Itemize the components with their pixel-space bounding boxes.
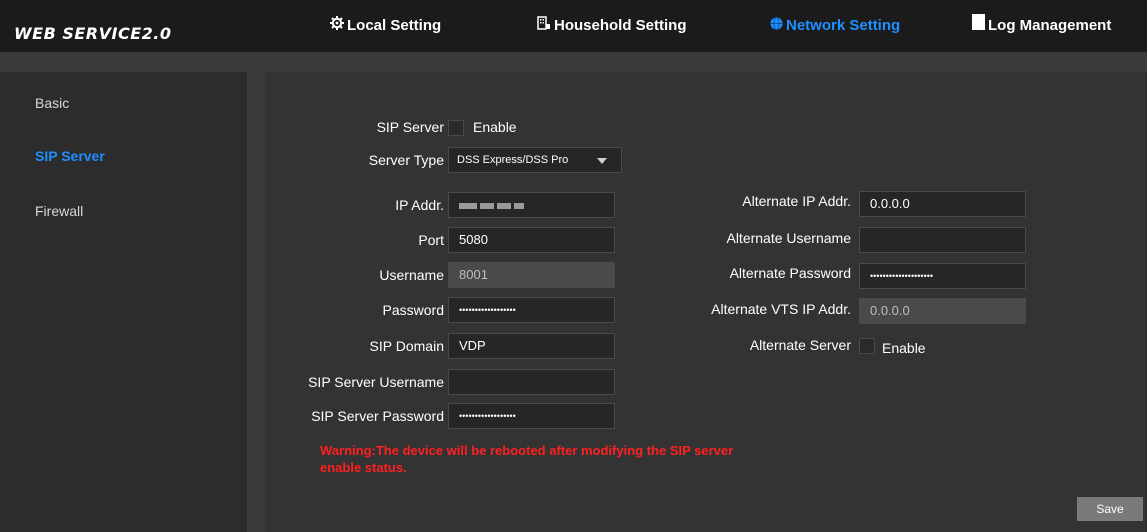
sip-server-username-input[interactable] bbox=[448, 369, 615, 395]
reboot-warning-text: Warning:The device will be rebooted afte… bbox=[320, 443, 734, 475]
password-label: Password bbox=[382, 302, 444, 318]
sidebar-item-sip-server[interactable]: SIP Server bbox=[35, 148, 105, 164]
redacted-ip-value bbox=[459, 197, 527, 212]
alternate-server-label: Alternate Server bbox=[749, 337, 851, 353]
document-icon bbox=[972, 12, 985, 40]
globe-icon bbox=[770, 12, 783, 40]
nav-household-setting[interactable]: Household Setting bbox=[537, 12, 687, 40]
sip-domain-input[interactable]: VDP bbox=[448, 333, 615, 359]
nav-log-management[interactable]: Log Management bbox=[972, 12, 1111, 40]
nav-local-setting[interactable]: Local Setting bbox=[330, 12, 441, 40]
server-type-value: DSS Express/DSS Pro bbox=[457, 154, 569, 166]
server-type-select[interactable]: DSS Express/DSS Pro bbox=[448, 147, 622, 173]
save-button[interactable]: Save bbox=[1077, 497, 1143, 521]
alternate-username-label: Alternate Username bbox=[726, 230, 851, 246]
port-input[interactable]: 5080 bbox=[448, 227, 615, 253]
sip-server-enable-label: Enable bbox=[473, 119, 517, 135]
alternate-vts-ip-input: 0.0.0.0 bbox=[859, 298, 1026, 324]
nav-log-management-label: Log Management bbox=[988, 17, 1112, 34]
alternate-vts-ip-label: Alternate VTS IP Addr. bbox=[711, 301, 851, 317]
gear-icon bbox=[330, 12, 344, 40]
sip-server-enable-checkbox[interactable] bbox=[448, 120, 464, 136]
port-label: Port bbox=[418, 232, 444, 248]
alternate-password-input[interactable]: •••••••••••••••••••• bbox=[859, 263, 1026, 289]
sidebar-item-basic[interactable]: Basic bbox=[35, 95, 69, 111]
alternate-server-enable-checkbox[interactable] bbox=[859, 338, 875, 354]
panel-gutter bbox=[247, 72, 265, 532]
sip-server-label: SIP Server bbox=[376, 119, 444, 135]
sub-header-strip bbox=[0, 52, 1147, 72]
ip-addr-label: IP Addr. bbox=[395, 197, 444, 213]
alternate-server-enable-label: Enable bbox=[882, 340, 926, 356]
sip-server-password-label: SIP Server Password bbox=[311, 408, 444, 424]
ip-addr-input[interactable] bbox=[448, 192, 615, 218]
building-icon bbox=[537, 12, 551, 40]
alternate-password-label: Alternate Password bbox=[729, 265, 851, 281]
username-input: 8001 bbox=[448, 262, 615, 288]
alternate-ip-label: Alternate IP Addr. bbox=[742, 193, 851, 209]
chevron-down-icon bbox=[597, 158, 607, 164]
top-navigation-bar: WEB SERVICE2.0 Local Setting Household S… bbox=[0, 0, 1147, 52]
server-type-label: Server Type bbox=[368, 152, 444, 168]
password-input[interactable]: •••••••••••••••••• bbox=[448, 297, 615, 323]
sip-server-password-input[interactable]: •••••••••••••••••• bbox=[448, 403, 615, 429]
nav-household-setting-label: Household Setting bbox=[554, 17, 687, 34]
username-label: Username bbox=[379, 267, 444, 283]
nav-network-setting[interactable]: Network Setting bbox=[770, 12, 900, 40]
nav-network-setting-label: Network Setting bbox=[786, 17, 901, 34]
alternate-username-input[interactable] bbox=[859, 227, 1026, 253]
alternate-ip-input[interactable]: 0.0.0.0 bbox=[859, 191, 1026, 217]
app-logo: WEB SERVICE2.0 bbox=[14, 24, 172, 43]
nav-local-setting-label: Local Setting bbox=[347, 17, 442, 34]
sidebar: Basic SIP Server Firewall bbox=[0, 72, 247, 532]
sip-server-username-label: SIP Server Username bbox=[308, 374, 444, 390]
sidebar-item-firewall[interactable]: Firewall bbox=[35, 203, 83, 219]
sip-domain-label: SIP Domain bbox=[369, 338, 444, 354]
